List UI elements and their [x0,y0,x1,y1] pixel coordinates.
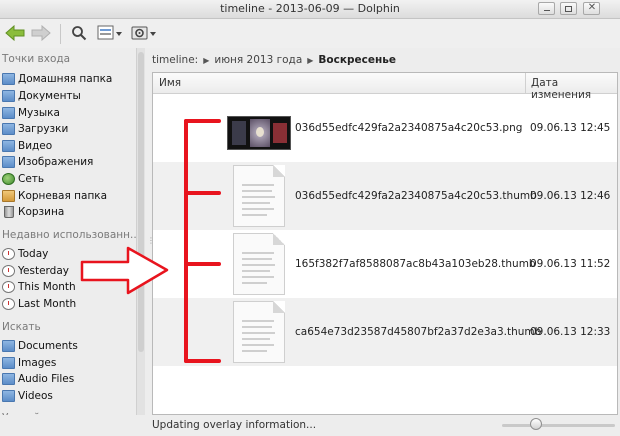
annotation-arrow [80,246,169,295]
annotation-overlay [80,119,221,363]
annotation-bracket [184,119,221,363]
